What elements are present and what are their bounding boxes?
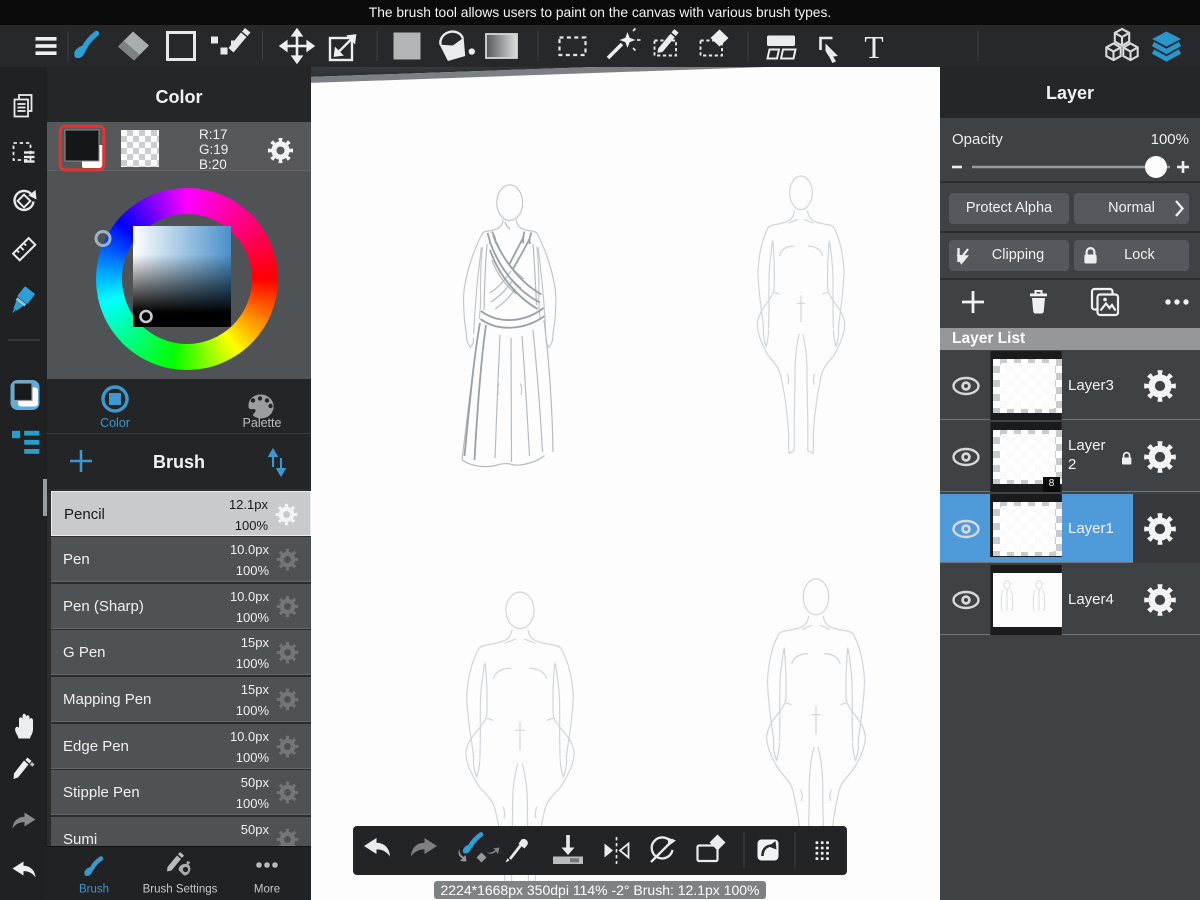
svg-text:Brush: Brush — [79, 884, 109, 896]
svg-text:Color: Color — [100, 416, 130, 430]
svg-text:T: T — [864, 30, 883, 65]
svg-text:Brush: Brush — [153, 452, 205, 472]
svg-text:More: More — [254, 884, 280, 896]
svg-text:Palette: Palette — [243, 416, 282, 430]
svg-text:Brush Settings: Brush Settings — [143, 884, 218, 896]
